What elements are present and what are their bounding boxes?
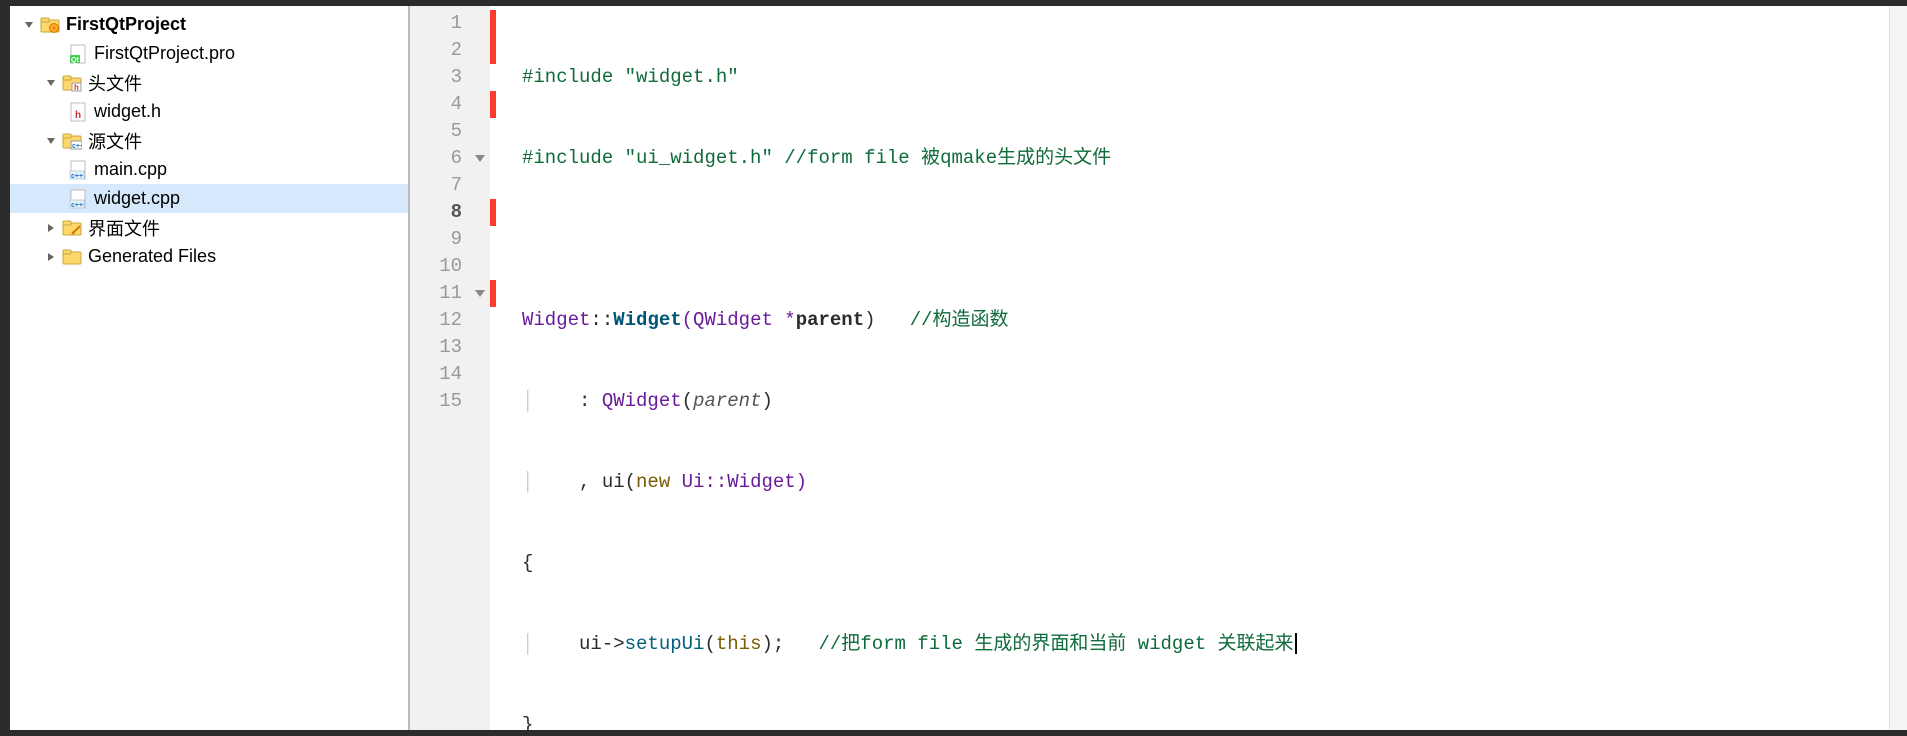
tree-folder-headers[interactable]: h 头文件 xyxy=(10,68,408,97)
left-gutter-strip xyxy=(0,6,10,730)
fold-column[interactable] xyxy=(470,6,490,730)
tree-file-pro[interactable]: Qt FirstQtProject.pro xyxy=(10,39,408,68)
tree-label: widget.cpp xyxy=(94,188,180,209)
tree-file-main-cpp[interactable]: c++ main.cpp xyxy=(10,155,408,184)
line-number-gutter: 123456789101112131415 xyxy=(410,6,470,730)
chevron-down-icon[interactable] xyxy=(22,18,36,32)
tree-file-widget-cpp[interactable]: c++ widget.cpp xyxy=(10,184,408,213)
ide-window: FirstQtProject Qt FirstQtProject.pro h 头… xyxy=(0,6,1907,730)
tree-label: Generated Files xyxy=(88,246,216,267)
tree-label: FirstQtProject xyxy=(66,14,186,35)
tree-folder-sources[interactable]: c++ 源文件 xyxy=(10,126,408,155)
tree-label: widget.h xyxy=(94,101,161,122)
chevron-right-icon[interactable] xyxy=(44,221,58,235)
tree-label: 头文件 xyxy=(88,70,142,96)
chevron-down-icon[interactable] xyxy=(44,134,58,148)
tree-label: 界面文件 xyxy=(88,215,160,241)
folder-icon xyxy=(62,247,82,267)
qt-file-icon: Qt xyxy=(68,44,88,64)
vertical-scrollbar[interactable] xyxy=(1889,6,1907,730)
svg-text:c++: c++ xyxy=(71,202,83,209)
project-tree[interactable]: FirstQtProject Qt FirstQtProject.pro h 头… xyxy=(10,6,410,730)
svg-text:c++: c++ xyxy=(71,173,83,180)
svg-text:h: h xyxy=(75,110,81,121)
h-file-icon: h xyxy=(68,102,88,122)
folder-cpp-icon: c++ xyxy=(62,131,82,151)
tree-label: main.cpp xyxy=(94,159,167,180)
tree-label: 源文件 xyxy=(88,128,142,154)
folder-h-icon: h xyxy=(62,73,82,93)
chevron-down-icon[interactable] xyxy=(44,76,58,90)
code-editor[interactable]: 123456789101112131415 #include "widget.h… xyxy=(410,6,1907,730)
tree-label: FirstQtProject.pro xyxy=(94,43,235,64)
folder-form-icon xyxy=(62,218,82,238)
tree-folder-generated[interactable]: Generated Files xyxy=(10,242,408,271)
cpp-file-icon: c++ xyxy=(68,189,88,209)
svg-text:Qt: Qt xyxy=(71,57,79,64)
cpp-file-icon: c++ xyxy=(68,160,88,180)
tree-project-root[interactable]: FirstQtProject xyxy=(10,10,408,39)
tree-file-widget-h[interactable]: h widget.h xyxy=(10,97,408,126)
project-icon xyxy=(40,15,60,35)
text-cursor xyxy=(1295,633,1297,654)
chevron-right-icon[interactable] xyxy=(44,250,58,264)
svg-text:c++: c++ xyxy=(72,143,82,150)
svg-text:h: h xyxy=(74,83,79,92)
code-area[interactable]: #include "widget.h" #include "ui_widget.… xyxy=(496,6,1889,730)
tree-folder-forms[interactable]: 界面文件 xyxy=(10,213,408,242)
